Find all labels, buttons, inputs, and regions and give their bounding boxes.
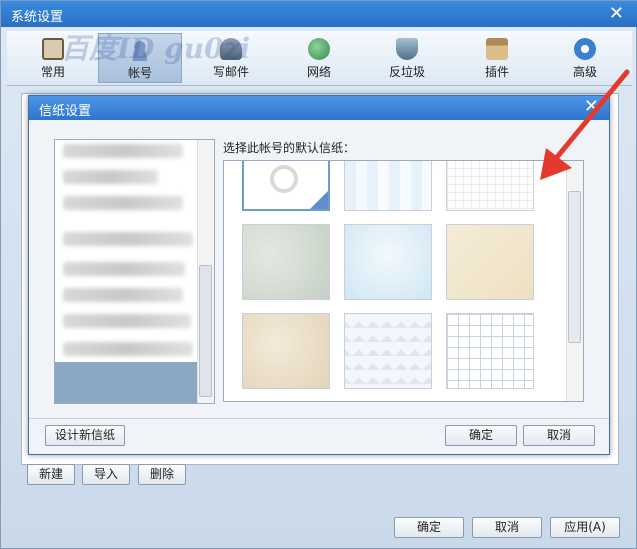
ok-button[interactable]: 确定 (394, 517, 464, 538)
import-button[interactable]: 导入 (82, 464, 130, 485)
paper-beige-parchment[interactable] (446, 224, 534, 300)
stationery-dialog: 信纸设置 ✕ 选择此帐号的默认信纸： 设计新信纸 确定 取消 (28, 95, 610, 455)
list-item[interactable] (63, 144, 183, 158)
window-titlebar: 系统设置 ✕ (1, 1, 637, 27)
cancel-button[interactable]: 取消 (472, 517, 542, 538)
list-item[interactable] (63, 232, 193, 246)
dialog-footer: 设计新信纸 确定 取消 (29, 418, 609, 455)
selected-list-item[interactable] (55, 362, 197, 403)
dialog-close-button[interactable]: ✕ (584, 96, 599, 117)
list-item[interactable] (63, 196, 183, 210)
paper-tan-speckle[interactable] (242, 313, 330, 389)
account-list-scrollbar[interactable] (197, 140, 214, 403)
tab-antispam[interactable]: 反垃圾 (365, 33, 449, 83)
list-item[interactable] (63, 288, 183, 302)
dialog-title: 信纸设置 (39, 104, 92, 119)
checkmark-icon (310, 191, 328, 209)
tab-network[interactable]: 网络 (277, 33, 361, 83)
list-item[interactable] (63, 342, 193, 356)
watermark: 百度ID gu0zi (61, 32, 251, 65)
dialog-cancel-button[interactable]: 取消 (523, 425, 595, 446)
tab-plugins[interactable]: 插件 (455, 33, 539, 83)
stationery-prompt: 选择此帐号的默认信纸： (223, 141, 356, 155)
new-account-button[interactable]: 新建 (27, 464, 75, 485)
list-item[interactable] (63, 170, 158, 184)
dialog-ok-button[interactable]: 确定 (445, 425, 517, 446)
paper-light-blue-check[interactable] (344, 161, 432, 211)
paper-blue-grid[interactable] (446, 313, 534, 389)
gear-icon (574, 38, 596, 60)
list-item[interactable] (63, 314, 191, 328)
tab-advanced-label: 高级 (572, 65, 597, 79)
tab-antispam-label: 反垃圾 (388, 65, 425, 79)
dialog-titlebar: 信纸设置 ✕ (29, 96, 609, 120)
window-title: 系统设置 (11, 10, 64, 25)
scrollbar-thumb[interactable] (199, 265, 212, 397)
box-icon (486, 38, 508, 60)
paper-gray-texture[interactable] (242, 224, 330, 300)
shield-icon (396, 38, 418, 60)
no-paper-icon (270, 165, 298, 193)
list-item[interactable] (63, 262, 185, 276)
tab-advanced[interactable]: 高级 (543, 33, 627, 83)
paper-blue-weave[interactable] (344, 313, 432, 389)
stationery-grid (223, 160, 584, 402)
globe-icon (308, 38, 330, 60)
design-stationery-button[interactable]: 设计新信纸 (45, 425, 125, 446)
tab-network-label: 网络 (306, 65, 331, 79)
paper-none[interactable] (242, 161, 330, 211)
account-list[interactable] (54, 139, 215, 404)
tab-plugins-label: 插件 (484, 65, 509, 79)
stationery-scrollbar[interactable] (566, 161, 583, 401)
scrollbar-thumb[interactable] (568, 191, 581, 343)
window-close-button[interactable]: ✕ (609, 3, 624, 24)
delete-button[interactable]: 删除 (138, 464, 186, 485)
apply-button[interactable]: 应用(A) (550, 517, 620, 538)
paper-light-grid[interactable] (446, 161, 534, 211)
paper-blue-texture[interactable] (344, 224, 432, 300)
